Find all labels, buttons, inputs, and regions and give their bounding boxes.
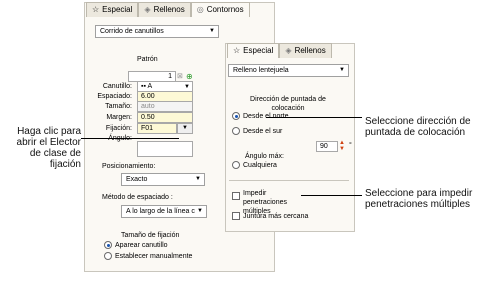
fijacion-label: Fijación: (105, 125, 132, 132)
radio-desde-el-sur[interactable] (232, 127, 240, 135)
angulo-max-field[interactable]: 90 (316, 141, 338, 152)
tab-label: Rellenos (153, 5, 185, 14)
degree-symbol: ° (349, 142, 352, 149)
left-tab-bar: ☆ Especial ◈ Rellenos ◎ Contornos (86, 2, 250, 17)
fill-type-value: Relleno lentejuela (233, 67, 289, 74)
direction-label: Dirección de puntada de colocación (250, 96, 326, 112)
divider (229, 180, 349, 181)
radio-sur-label: Desde el sur (243, 128, 283, 135)
callout-right-top: Seleccione dirección de puntada de coloc… (365, 116, 471, 138)
tamano-fijacion-label: Tamaño de fijación (121, 232, 180, 239)
posicionamiento-value: Exacto (126, 176, 148, 183)
margen-label: Margen: (106, 114, 132, 121)
radio-aparear-canutillo[interactable] (104, 241, 112, 249)
checkbox-juntura-label: Juntura más cercana (243, 213, 309, 220)
tab-rellenos[interactable]: ◈ Rellenos (279, 43, 332, 58)
metodo-value: A lo largo de la línea c (126, 208, 195, 215)
outline-type-select[interactable]: Corrido de canutillos ▼ (95, 25, 219, 38)
pattern-number: 1 (168, 73, 172, 80)
margen-field[interactable]: 0.50 (137, 112, 193, 123)
radio-cualquiera[interactable] (232, 161, 240, 169)
fill-icon: ◈ (144, 5, 151, 14)
callout-right-top-line (266, 117, 362, 118)
posicionamiento-select[interactable]: Exacto ▼ (121, 173, 205, 186)
callout-left: Haga clic para abrir el Elector de clase… (16, 126, 81, 170)
canutillo-label: Canutillo: (102, 83, 132, 90)
checkbox-juntura-mas-cercana[interactable] (232, 212, 240, 220)
fijacion-field[interactable]: F01 (137, 123, 177, 134)
espaciado-label: Espaciado: (97, 93, 132, 100)
angulo-max-label: Ángulo máx: (245, 153, 284, 160)
pattern-label: Patrón (137, 56, 158, 63)
canutillo-value: A (147, 83, 153, 90)
tab-contornos[interactable]: ◎ Contornos (190, 2, 250, 17)
callout-right-bottom-line (301, 195, 362, 196)
fijacion-value: F01 (141, 125, 154, 132)
posicionamiento-label: Posicionamiento: (102, 163, 156, 170)
radio-establecer-manualmente[interactable] (104, 252, 112, 260)
chevron-down-icon: ▼ (195, 176, 201, 182)
outline-icon: ◎ (196, 5, 204, 14)
checkbox-impedir-penetraciones[interactable] (232, 192, 240, 200)
tab-label: Especial (102, 5, 133, 14)
chevron-down-icon: ▼ (209, 28, 215, 34)
angulo-max-spinner-icon[interactable]: ▲ ▼ (338, 140, 346, 153)
fill-type-select[interactable]: Relleno lentejuela ▼ (228, 64, 349, 77)
star-icon: ☆ (233, 46, 241, 55)
angulo-field[interactable] (137, 141, 193, 157)
radio-aparear-label: Aparear canutillo (115, 242, 168, 249)
chevron-down-icon: ▼ (339, 67, 345, 73)
right-tab-bar: ☆ Especial ◈ Rellenos (227, 43, 332, 58)
tab-label: Rellenos (294, 46, 326, 55)
tamano-label: Tamaño: (105, 103, 132, 110)
star-icon: ☆ (92, 5, 100, 14)
tab-rellenos[interactable]: ◈ Rellenos (138, 2, 191, 17)
tab-especial[interactable]: ☆ Especial (86, 2, 139, 17)
sequin-icon: ▪▪ (141, 83, 146, 90)
tamano-field[interactable]: auto (137, 101, 193, 112)
radio-desde-el-norte[interactable] (232, 112, 240, 120)
metodo-label: Método de espaciado : (102, 194, 173, 201)
radio-cualquiera-label: Cualquiera (243, 162, 277, 169)
fill-icon: ◈ (285, 46, 292, 55)
tab-label: Contornos (206, 5, 244, 14)
fijacion-picker-button[interactable]: ▼ (177, 123, 193, 134)
chevron-down-icon: ▼ (197, 208, 203, 214)
metodo-select[interactable]: A lo largo de la línea c ▼ (121, 205, 207, 218)
tab-label: Especial (243, 46, 274, 55)
callout-left-line (81, 138, 179, 139)
callout-right-bottom: Seleccione para impedir penetraciones mú… (365, 188, 473, 210)
outline-type-value: Corrido de canutillos (100, 28, 164, 35)
radio-establecer-label: Establecer manualmente (115, 253, 193, 260)
angulo-max-value: 90 (320, 143, 328, 150)
tab-especial[interactable]: ☆ Especial (227, 43, 280, 58)
